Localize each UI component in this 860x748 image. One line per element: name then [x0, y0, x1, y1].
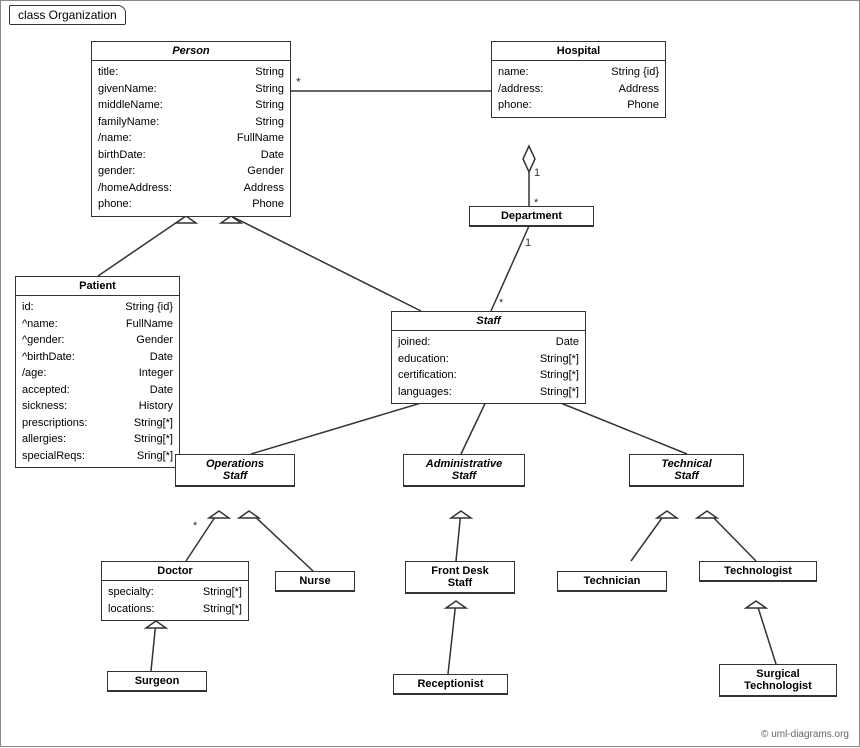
technician-class: Technician	[557, 571, 667, 592]
svg-text:*: *	[296, 75, 301, 89]
surgical-technologist-class-header: Surgical Technologist	[720, 665, 836, 696]
diagram-title: class Organization	[9, 5, 126, 25]
staff-class-body: joined:Date education:String[*] certific…	[392, 331, 585, 403]
diagram-container: class Organization * * 1 * 1 * *	[0, 0, 860, 747]
administrative-staff-class: Administrative Staff	[403, 454, 525, 487]
department-class-header: Department	[470, 207, 593, 226]
patient-class-header: Patient	[16, 277, 179, 296]
department-class: Department	[469, 206, 594, 227]
doctor-class: Doctor specialty:String[*] locations:Str…	[101, 561, 249, 621]
person-class-body: title:String givenName:String middleName…	[92, 61, 290, 216]
front-desk-staff-class-header: Front Desk Staff	[406, 562, 514, 593]
watermark: © uml-diagrams.org	[761, 729, 849, 740]
technician-class-header: Technician	[558, 572, 666, 591]
technical-staff-class-header: Technical Staff	[630, 455, 743, 486]
doctor-class-body: specialty:String[*] locations:String[*]	[102, 581, 248, 620]
person-class: Person title:String givenName:String mid…	[91, 41, 291, 217]
person-class-header: Person	[92, 42, 290, 61]
patient-class: Patient id:String {id} ^name:FullName ^g…	[15, 276, 180, 468]
nurse-class: Nurse	[275, 571, 355, 592]
doctor-class-header: Doctor	[102, 562, 248, 581]
svg-text:1: 1	[525, 237, 531, 249]
svg-text:*: *	[193, 520, 198, 532]
hospital-class-header: Hospital	[492, 42, 665, 61]
receptionist-class-header: Receptionist	[394, 675, 507, 694]
nurse-class-header: Nurse	[276, 572, 354, 591]
staff-class-header: Staff	[392, 312, 585, 331]
patient-class-body: id:String {id} ^name:FullName ^gender:Ge…	[16, 296, 179, 467]
technologist-class: Technologist	[699, 561, 817, 582]
hospital-class-body: name:String {id} /address:Address phone:…	[492, 61, 665, 117]
technologist-class-header: Technologist	[700, 562, 816, 581]
hospital-class: Hospital name:String {id} /address:Addre…	[491, 41, 666, 118]
surgeon-class-header: Surgeon	[108, 672, 206, 691]
receptionist-class: Receptionist	[393, 674, 508, 695]
surgical-technologist-class: Surgical Technologist	[719, 664, 837, 697]
operations-staff-class: Operations Staff	[175, 454, 295, 487]
technical-staff-class: Technical Staff	[629, 454, 744, 487]
administrative-staff-class-header: Administrative Staff	[404, 455, 524, 486]
front-desk-staff-class: Front Desk Staff	[405, 561, 515, 594]
staff-class: Staff joined:Date education:String[*] ce…	[391, 311, 586, 404]
surgeon-class: Surgeon	[107, 671, 207, 692]
operations-staff-class-header: Operations Staff	[176, 455, 294, 486]
svg-text:1: 1	[534, 167, 540, 179]
svg-text:*: *	[499, 297, 504, 309]
